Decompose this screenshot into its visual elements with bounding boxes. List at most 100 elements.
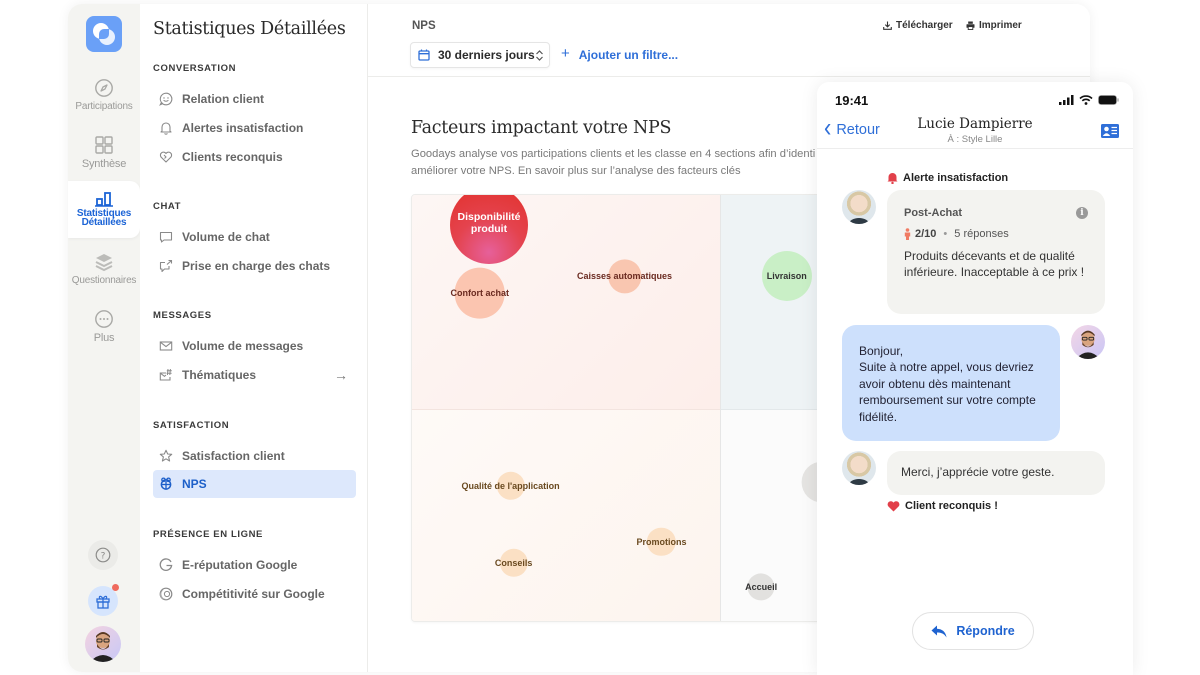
bubble-livraison-label: Livraison [766,271,807,282]
section-satisfaction: SATISFACTION [153,420,230,431]
heart-icon [159,151,173,163]
contact-card-icon[interactable] [1101,124,1119,138]
bubble-promotions-label: Promotions [636,536,687,547]
gift-button[interactable] [88,584,119,616]
bubble-accueil-label: Accueil [745,581,778,592]
mail-icon [159,341,173,351]
status-icons [1059,95,1119,105]
chat-icon [159,231,173,243]
printer-icon [966,21,975,30]
info-icon[interactable]: i [1076,207,1088,219]
mobile-conversation-panel: 19:41 ‹ Retour Lucie Dampierre À : Style… [817,82,1133,675]
gift-icon [96,595,110,609]
signal-icon [1059,95,1074,105]
nav-item-clients-reconquis[interactable]: Clients reconquis [153,143,356,171]
nav-item-volume-de-messages[interactable]: Volume de messages [153,332,356,360]
agent-avatar [1071,325,1105,359]
svg-text:?: ? [101,552,106,562]
rail-item-participations[interactable]: Participations [68,78,140,112]
reply-button[interactable]: Répondre [912,612,1034,650]
customer-reply-text: Merci, j’apprécie votre geste. [901,465,1055,479]
bubble-conseils-label: Conseils [494,558,533,569]
header-divider [817,148,1133,149]
nav-item-competitivite-google[interactable]: Compétitivité sur Google [153,580,356,608]
alert-badge: Alerte insatisfaction [887,172,1008,184]
customer-avatar [842,451,876,485]
agent-message-body: Suite à notre appel, vous devriez avoir … [859,360,1036,424]
bell-icon [160,122,172,135]
bubble-confort-achat-label: Confort achat [450,288,510,299]
plus-icon: + [561,45,570,62]
smile-chat-icon [159,92,173,106]
bar-chart-icon [95,192,113,207]
help-icon: ? [95,547,111,563]
date-range-select[interactable]: 30 derniers jours [410,42,550,68]
goodays-logo[interactable] [86,16,122,52]
grid-icon [95,136,113,154]
nav-item-thematiques[interactable]: Thématiques → [153,361,356,389]
contact-store: À : Style Lille [947,134,1003,145]
agent-message-greeting: Bonjour, [859,344,904,358]
survey-meta: 2/10 • 5 réponses [904,228,1009,240]
section-messages: MESSAGES [153,310,212,321]
quadrant-bottom-left [412,409,720,621]
bubble-qualite-de-l-application-label: Qualité de l'application [461,481,560,492]
contact-name: Lucie Dampierre [917,116,1033,132]
heart-icon [887,500,900,511]
nav-item-satisfaction-client[interactable]: Satisfaction client [153,442,356,470]
star-icon [159,449,173,462]
section-chat: CHAT [153,201,182,212]
bubble-caisses-automatiques-label: Caisses automatiques [576,271,673,282]
section-title: Facteurs impactant votre NPS [411,118,672,138]
reply-icon [931,625,947,637]
notification-dot [112,584,119,591]
rail-item-statistiques[interactable]: Statistiques Détaillées [68,181,140,238]
person-icon [904,228,911,240]
help-button[interactable]: ? [88,540,118,570]
competition-icon [159,587,173,601]
avatar-image [1075,330,1101,359]
rail-item-plus[interactable]: Plus [68,309,140,344]
calendar-icon [418,49,430,61]
nps-icon [160,477,172,490]
bubble-disponibilite-produit-label: Disponibilité produit [457,210,521,235]
download-icon [883,21,892,30]
rail-item-synthese[interactable]: Synthèse [68,135,140,170]
mail-hashtag-icon [159,368,172,381]
compass-icon [95,79,113,97]
separator-dot: • [943,228,948,240]
sidenav-title: Statistiques Détaillées [153,19,346,39]
add-filter-button[interactable]: + Ajouter un filtre... [561,45,678,62]
nps-score: 2/10 [915,228,937,240]
more-icon [95,310,113,328]
agent-message-text: Bonjour, Suite à notre appel, vous devri… [859,343,1059,425]
section-description: Goodays analyse vos participations clien… [411,148,816,177]
response-count: 5 réponses [954,228,1009,240]
print-button[interactable]: Imprimer [966,20,1022,31]
google-icon [159,558,173,571]
customer-avatar [842,190,876,224]
nps-factors-chart: Disponibilité produit Caisses automatique… [411,194,861,622]
breadcrumb: NPS [412,20,436,32]
battery-icon [1098,95,1119,105]
customer-reply-bubble: Merci, j’apprécie votre geste. [887,451,1105,495]
section-conversation: CONVERSATION [153,63,237,74]
agent-message-bubble: Bonjour, Suite à notre appel, vous devri… [842,325,1060,441]
top-bar: NPS Télécharger Imprimer 30 derniers jou… [368,4,1090,77]
nav-item-alertes-insatisfaction[interactable]: Alertes insatisfaction [153,114,356,142]
nav-item-e-reputation-google[interactable]: E-réputation Google [153,551,356,579]
rail-item-questionnaires[interactable]: Questionnaires [68,252,140,286]
chat-share-icon [159,259,173,273]
nav-item-relation-client[interactable]: Relation client [153,85,356,113]
user-avatar[interactable] [85,626,121,662]
download-button[interactable]: Télécharger [883,20,953,31]
chevron-updown-icon [536,50,543,61]
nav-item-nps[interactable]: NPS [153,470,356,498]
survey-response-card: Post-Achat i 2/10 • 5 réponses Produits … [887,190,1105,314]
nav-item-volume-de-chat[interactable]: Volume de chat [153,223,356,251]
client-reconquis-badge: Client reconquis ! [887,500,998,512]
avatar-image [90,632,116,662]
layers-icon [95,254,113,272]
nav-item-prise-en-charge[interactable]: Prise en charge des chats [153,252,356,280]
wifi-icon [1079,95,1093,105]
